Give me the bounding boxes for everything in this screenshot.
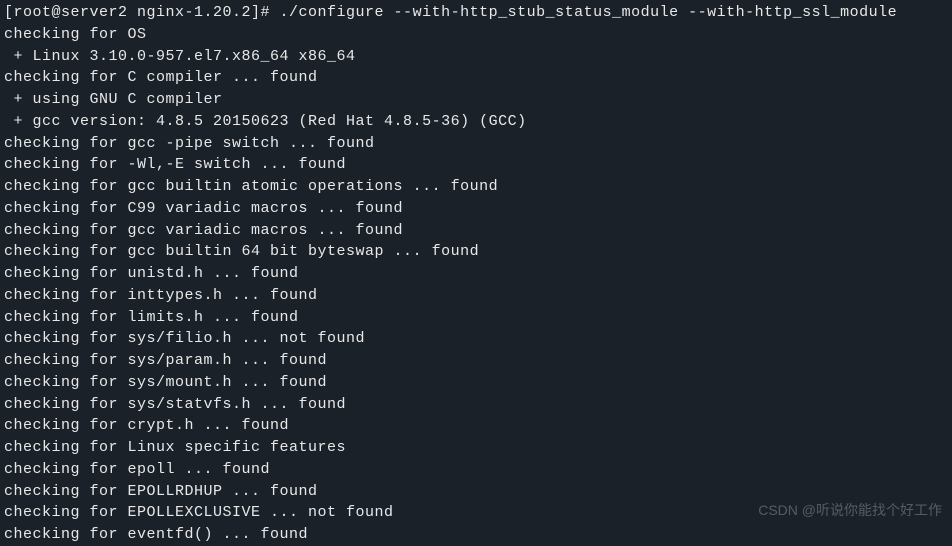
terminal-line: checking for limits.h ... found [4, 307, 948, 329]
terminal-line: + gcc version: 4.8.5 20150623 (Red Hat 4… [4, 111, 948, 133]
terminal-line: checking for C99 variadic macros ... fou… [4, 198, 948, 220]
terminal-output[interactable]: [root@server2 nginx-1.20.2]# ./configure… [4, 2, 948, 546]
terminal-line: checking for gcc variadic macros ... fou… [4, 220, 948, 242]
terminal-line: checking for sys/filio.h ... not found [4, 328, 948, 350]
terminal-line: checking for inttypes.h ... found [4, 285, 948, 307]
terminal-line: checking for gcc builtin atomic operatio… [4, 176, 948, 198]
terminal-line: + Linux 3.10.0-957.el7.x86_64 x86_64 [4, 46, 948, 68]
watermark-text: CSDN @听说你能找个好工作 [758, 500, 942, 520]
terminal-line: checking for eventfd() ... found [4, 524, 948, 546]
terminal-line: checking for gcc -pipe switch ... found [4, 133, 948, 155]
terminal-line: checking for epoll ... found [4, 459, 948, 481]
terminal-line: checking for crypt.h ... found [4, 415, 948, 437]
terminal-line: checking for Linux specific features [4, 437, 948, 459]
terminal-line: checking for -Wl,-E switch ... found [4, 154, 948, 176]
terminal-line: checking for unistd.h ... found [4, 263, 948, 285]
terminal-line: [root@server2 nginx-1.20.2]# ./configure… [4, 2, 948, 24]
terminal-line: checking for C compiler ... found [4, 67, 948, 89]
terminal-line: + using GNU C compiler [4, 89, 948, 111]
terminal-line: checking for sys/statvfs.h ... found [4, 394, 948, 416]
terminal-line: checking for OS [4, 24, 948, 46]
terminal-line: checking for gcc builtin 64 bit byteswap… [4, 241, 948, 263]
terminal-line: checking for sys/param.h ... found [4, 350, 948, 372]
terminal-line: checking for sys/mount.h ... found [4, 372, 948, 394]
